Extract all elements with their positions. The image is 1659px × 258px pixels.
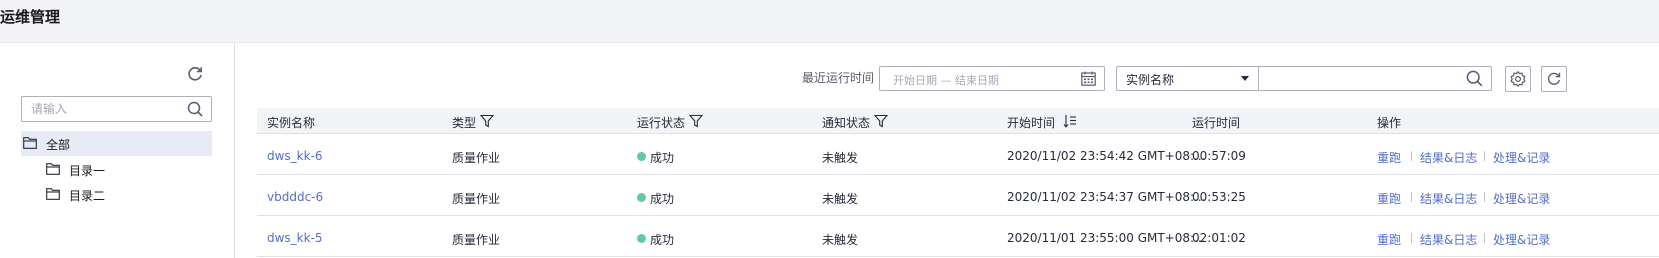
column-header-name: 实例名称: [267, 116, 316, 130]
refresh-icon: [1548, 72, 1561, 85]
success-dot-icon: [637, 152, 646, 161]
notify-cell: 未触发: [822, 233, 859, 247]
refresh-button[interactable]: [1541, 66, 1567, 92]
instance-name-link[interactable]: dws_kk-6: [267, 149, 323, 163]
column-header-label: 开始时间: [1007, 116, 1056, 130]
action-divider: [1411, 192, 1412, 202]
instance-name-link[interactable]: dws_kk-5: [267, 231, 323, 245]
tree-node-label: 目录二: [69, 189, 106, 203]
success-dot-icon: [637, 234, 646, 243]
tree-node-label: 全部: [46, 138, 71, 152]
tree-node-root[interactable]: 全部: [21, 131, 212, 156]
result-log-link[interactable]: 结果&日志: [1420, 190, 1477, 207]
rerun-link[interactable]: 重跑: [1377, 231, 1401, 248]
settings-button[interactable]: [1505, 66, 1531, 92]
chevron-down-icon: [1241, 76, 1249, 81]
status-cell: 成功: [650, 233, 675, 247]
table-row: vbdddc-6 质量作业 成功 未触发 2020/11/02 23:54:37…: [257, 176, 1659, 216]
catalog-tree-panel: 全部 目录一 目录二: [0, 43, 235, 258]
search-icon[interactable]: [1466, 70, 1483, 87]
column-header-status[interactable]: 运行状态: [637, 114, 703, 131]
folder-icon: [23, 137, 37, 149]
rerun-link[interactable]: 重跑: [1377, 190, 1401, 207]
duration-cell: 02:01:02: [1192, 231, 1246, 245]
folder-icon: [46, 163, 60, 175]
success-dot-icon: [637, 193, 646, 202]
column-header-label: 运行状态: [637, 116, 686, 130]
action-divider: [1411, 151, 1412, 161]
column-header-label: 通知状态: [822, 116, 871, 130]
type-cell: 质量作业: [452, 192, 501, 206]
column-header-actions: 操作: [1377, 116, 1402, 130]
tree-search-input[interactable]: [22, 97, 182, 121]
result-log-link[interactable]: 结果&日志: [1420, 149, 1477, 166]
action-divider: [1484, 192, 1485, 202]
instance-search-box: 实例名称: [1116, 66, 1492, 91]
column-header-notify[interactable]: 通知状态: [822, 114, 888, 131]
tree-search-box: [21, 96, 212, 122]
page-title: 运维管理: [0, 8, 61, 26]
calendar-icon[interactable]: [1081, 71, 1096, 86]
filter-icon[interactable]: [480, 114, 494, 128]
start-time-cell: 2020/11/02 23:54:37 GMT+08:...: [1007, 190, 1206, 204]
handle-record-link[interactable]: 处理&记录: [1493, 231, 1550, 248]
action-divider: [1484, 151, 1485, 161]
result-log-link[interactable]: 结果&日志: [1420, 231, 1477, 248]
time-filter-label: 最近运行时间: [802, 71, 875, 85]
page-header: 运维管理: [0, 0, 1659, 43]
duration-cell: 00:53:25: [1192, 190, 1246, 204]
type-cell: 质量作业: [452, 233, 501, 247]
action-divider: [1484, 233, 1485, 243]
date-range-placeholder: 开始日期 — 结束日期: [893, 74, 999, 87]
filter-icon[interactable]: [689, 114, 703, 128]
type-cell: 质量作业: [452, 151, 501, 165]
action-divider: [1411, 233, 1412, 243]
handle-record-link[interactable]: 处理&记录: [1493, 149, 1550, 166]
column-header-duration: 运行时间: [1192, 116, 1241, 130]
table-row: dws_kk-5 质量作业 成功 未触发 2020/11/01 23:55:00…: [257, 217, 1659, 257]
column-header-start-time[interactable]: 开始时间: [1007, 114, 1076, 131]
search-field-value: 实例名称: [1126, 73, 1175, 87]
instance-name-link[interactable]: vbdddc-6: [267, 190, 323, 204]
gear-icon: [1510, 71, 1526, 87]
handle-record-link[interactable]: 处理&记录: [1493, 190, 1550, 207]
search-input[interactable]: [1260, 67, 1458, 90]
notify-cell: 未触发: [822, 192, 859, 206]
start-time-cell: 2020/11/01 23:55:00 GMT+08:...: [1007, 231, 1206, 245]
refresh-icon[interactable]: [186, 65, 204, 83]
rerun-link[interactable]: 重跑: [1377, 149, 1401, 166]
column-header-label: 类型: [452, 116, 477, 130]
tree-node-label: 目录一: [69, 164, 106, 178]
filter-icon[interactable]: [874, 114, 888, 128]
column-header-type[interactable]: 类型: [452, 114, 494, 131]
start-time-cell: 2020/11/02 23:54:42 GMT+08:...: [1007, 149, 1206, 163]
table-header: 实例名称 类型 运行状态 通知状态 开始时间 运行时间 操作: [257, 108, 1659, 134]
status-cell: 成功: [650, 192, 675, 206]
search-field-select[interactable]: 实例名称: [1117, 67, 1259, 90]
notify-cell: 未触发: [822, 151, 859, 165]
duration-cell: 00:57:09: [1192, 149, 1246, 163]
sort-icon[interactable]: [1063, 114, 1077, 128]
search-icon[interactable]: [187, 101, 203, 117]
folder-icon: [46, 188, 60, 200]
status-cell: 成功: [650, 151, 675, 165]
table-row: dws_kk-6 质量作业 成功 未触发 2020/11/02 23:54:42…: [257, 135, 1659, 175]
date-range-picker[interactable]: 开始日期 — 结束日期: [879, 66, 1105, 91]
